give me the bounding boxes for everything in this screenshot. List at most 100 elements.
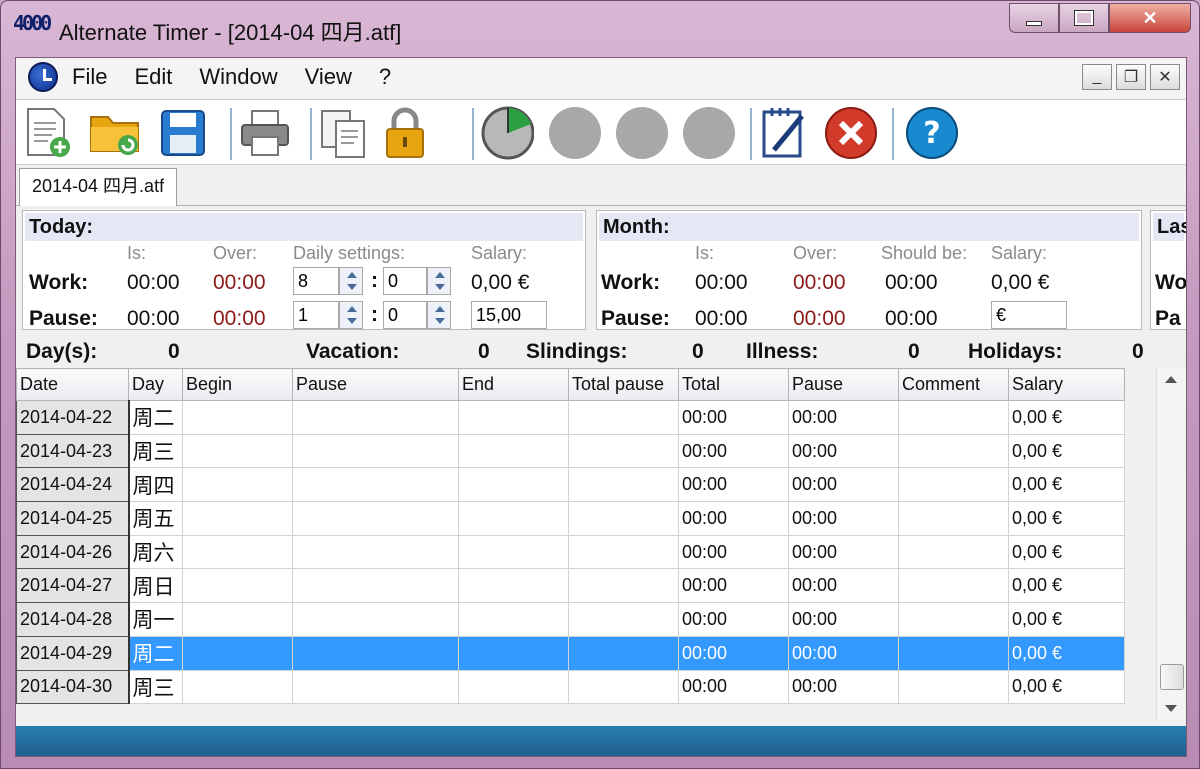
- end-cell[interactable]: [458, 602, 569, 637]
- child-close-button[interactable]: ✕: [1150, 64, 1180, 90]
- total-pause-cell[interactable]: [568, 602, 679, 637]
- timer-button[interactable]: [480, 106, 534, 160]
- total-cell[interactable]: 00:00: [678, 602, 789, 637]
- salary-cell[interactable]: 0,00 €: [1008, 467, 1125, 503]
- pause-cell[interactable]: [292, 433, 459, 469]
- pause-total-cell[interactable]: 00:00: [788, 467, 899, 503]
- total-pause-cell[interactable]: [568, 534, 679, 570]
- save-button[interactable]: [156, 106, 210, 160]
- begin-cell[interactable]: [182, 602, 293, 637]
- pause-minutes-spinner[interactable]: [427, 301, 451, 329]
- minimize-button[interactable]: [1009, 3, 1059, 33]
- total-pause-cell[interactable]: [568, 568, 679, 604]
- col-day[interactable]: Day: [128, 368, 183, 401]
- print-button[interactable]: [238, 106, 292, 160]
- day-cell[interactable]: 周六: [128, 534, 183, 570]
- scroll-down-icon[interactable]: [1165, 705, 1177, 712]
- end-cell[interactable]: [458, 635, 569, 671]
- salary-cell[interactable]: 0,00 €: [1008, 501, 1125, 536]
- disabled-button[interactable]: [547, 106, 601, 160]
- vertical-scrollbar[interactable]: [1156, 368, 1186, 720]
- total-cell[interactable]: 00:00: [678, 635, 789, 671]
- pause-cell[interactable]: [292, 669, 459, 705]
- day-cell[interactable]: 周二: [128, 635, 183, 671]
- copy-button[interactable]: [318, 106, 372, 160]
- disabled-button[interactable]: [681, 106, 735, 160]
- salary-cell[interactable]: 0,00 €: [1008, 635, 1125, 671]
- day-cell[interactable]: 周三: [128, 433, 183, 469]
- begin-cell[interactable]: [182, 501, 293, 536]
- col-begin[interactable]: Begin: [182, 368, 293, 401]
- date-cell[interactable]: 2014-04-27: [16, 568, 130, 604]
- menu-window[interactable]: Window: [199, 64, 290, 90]
- col-pause-2[interactable]: Pause: [788, 368, 899, 401]
- comment-cell[interactable]: [898, 568, 1009, 604]
- pause-cell[interactable]: [292, 635, 459, 671]
- end-cell[interactable]: [458, 400, 569, 435]
- month-salary-field[interactable]: €: [991, 301, 1067, 329]
- comment-cell[interactable]: [898, 400, 1009, 435]
- comment-cell[interactable]: [898, 635, 1009, 671]
- salary-cell[interactable]: 0,00 €: [1008, 400, 1125, 435]
- hourly-rate-field[interactable]: 15,00: [471, 301, 547, 329]
- cancel-button[interactable]: [823, 106, 877, 160]
- menu-file[interactable]: File: [72, 64, 120, 90]
- date-cell[interactable]: 2014-04-28: [16, 602, 130, 637]
- col-total-pause[interactable]: Total pause: [568, 368, 679, 401]
- end-cell[interactable]: [458, 501, 569, 536]
- close-button[interactable]: ✕: [1109, 3, 1191, 33]
- disabled-button[interactable]: [614, 106, 668, 160]
- pause-total-cell[interactable]: 00:00: [788, 501, 899, 536]
- scroll-thumb[interactable]: [1160, 664, 1184, 690]
- pause-total-cell[interactable]: 00:00: [788, 400, 899, 435]
- pause-total-cell[interactable]: 00:00: [788, 602, 899, 637]
- day-cell[interactable]: 周四: [128, 467, 183, 503]
- day-cell[interactable]: 周三: [128, 669, 183, 705]
- begin-cell[interactable]: [182, 534, 293, 570]
- menu-view[interactable]: View: [305, 64, 365, 90]
- new-file-button[interactable]: [20, 106, 74, 160]
- table-row[interactable]: 2014-04-29 周二 00:00 00:00 0,00 €: [16, 635, 1125, 671]
- begin-cell[interactable]: [182, 433, 293, 469]
- pause-total-cell[interactable]: 00:00: [788, 433, 899, 469]
- work-minutes-spinner[interactable]: [427, 267, 451, 295]
- title-bar[interactable]: 4000 Alternate Timer - [2014-04 四月.atf] …: [1, 1, 1200, 53]
- maximize-button[interactable]: [1059, 3, 1109, 33]
- lock-button[interactable]: [378, 106, 432, 160]
- open-button[interactable]: [88, 106, 142, 160]
- salary-cell[interactable]: 0,00 €: [1008, 433, 1125, 469]
- table-row[interactable]: 2014-04-30 周三 00:00 00:00 0,00 €: [16, 669, 1125, 705]
- table-row[interactable]: 2014-04-27 周日 00:00 00:00 0,00 €: [16, 568, 1125, 604]
- pause-cell[interactable]: [292, 467, 459, 503]
- pause-cell[interactable]: [292, 400, 459, 435]
- salary-cell[interactable]: 0,00 €: [1008, 534, 1125, 570]
- child-minimize-button[interactable]: _: [1082, 64, 1112, 90]
- table-row[interactable]: 2014-04-24 周四 00:00 00:00 0,00 €: [16, 467, 1125, 503]
- end-cell[interactable]: [458, 467, 569, 503]
- date-cell[interactable]: 2014-04-29: [16, 635, 130, 671]
- end-cell[interactable]: [458, 669, 569, 705]
- begin-cell[interactable]: [182, 635, 293, 671]
- notepad-button[interactable]: [758, 106, 812, 160]
- table-row[interactable]: 2014-04-26 周六 00:00 00:00 0,00 €: [16, 534, 1125, 570]
- pause-total-cell[interactable]: 00:00: [788, 534, 899, 570]
- table-row[interactable]: 2014-04-23 周三 00:00 00:00 0,00 €: [16, 433, 1125, 469]
- pause-hours-field[interactable]: 1: [293, 301, 339, 329]
- col-pause[interactable]: Pause: [292, 368, 459, 401]
- comment-cell[interactable]: [898, 534, 1009, 570]
- pause-cell[interactable]: [292, 568, 459, 604]
- work-minutes-field[interactable]: 0: [383, 267, 427, 295]
- date-cell[interactable]: 2014-04-23: [16, 433, 130, 469]
- begin-cell[interactable]: [182, 669, 293, 705]
- pause-total-cell[interactable]: 00:00: [788, 635, 899, 671]
- begin-cell[interactable]: [182, 467, 293, 503]
- pause-cell[interactable]: [292, 602, 459, 637]
- clock-logo-icon[interactable]: [28, 62, 58, 92]
- day-cell[interactable]: 周日: [128, 568, 183, 604]
- scroll-up-icon[interactable]: [1165, 376, 1177, 383]
- comment-cell[interactable]: [898, 602, 1009, 637]
- pause-cell[interactable]: [292, 501, 459, 536]
- pause-total-cell[interactable]: 00:00: [788, 669, 899, 705]
- total-pause-cell[interactable]: [568, 635, 679, 671]
- end-cell[interactable]: [458, 534, 569, 570]
